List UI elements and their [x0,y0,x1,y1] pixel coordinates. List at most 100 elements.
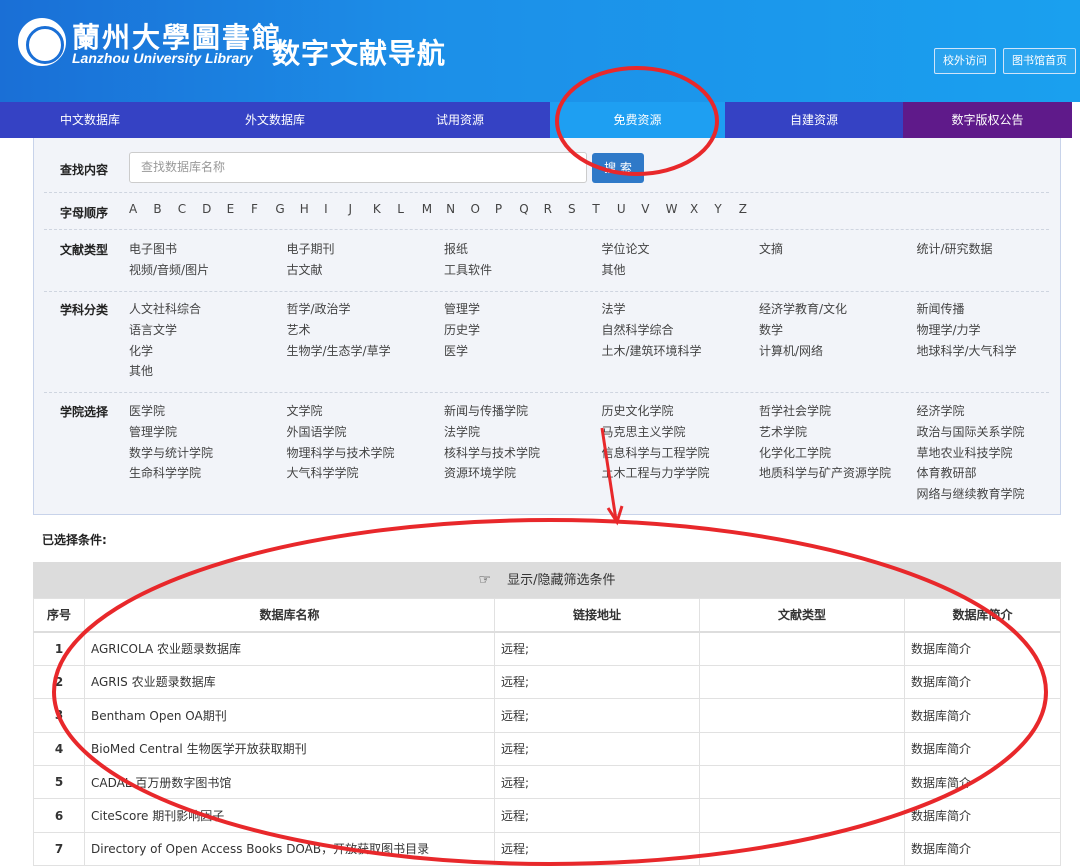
letter-z[interactable]: Z [739,202,763,216]
subject-item[interactable]: 新闻传播 [917,299,1075,320]
letter-c[interactable]: C [178,202,202,216]
college-item[interactable]: 信息科学与工程学院 [602,443,760,464]
college-item[interactable]: 生命科学学院 [129,463,287,484]
college-item[interactable]: 资源环境学院 [444,463,602,484]
letter-o[interactable]: O [470,202,494,216]
remote-link[interactable]: 远程; [494,764,700,800]
subject-item[interactable]: 哲学/政治学 [287,299,445,320]
college-item[interactable]: 法学院 [444,422,602,443]
database-intro-link[interactable]: 数据库简介 [904,798,1061,833]
letter-a[interactable]: A [129,202,153,216]
remote-link[interactable]: 远程; [494,831,700,867]
college-item[interactable]: 历史文化学院 [602,401,760,422]
subject-item[interactable]: 法学 [602,299,760,320]
college-item[interactable]: 马克思主义学院 [602,422,760,443]
letter-j[interactable]: J [349,202,373,216]
remote-link[interactable]: 远程; [494,698,700,733]
letter-h[interactable]: H [300,202,324,216]
subject-item[interactable]: 数学 [759,320,917,341]
letter-n[interactable]: N [446,202,470,216]
college-item[interactable]: 管理学院 [129,422,287,443]
college-item[interactable]: 网络与继续教育学院 [917,484,1075,505]
letter-s[interactable]: S [568,202,592,216]
database-intro-link[interactable]: 数据库简介 [904,831,1061,867]
letter-r[interactable]: R [544,202,568,216]
doc-type-item[interactable]: 电子图书 [129,239,287,260]
letter-k[interactable]: K [373,202,397,216]
remote-link[interactable]: 远程; [494,664,700,700]
college-item[interactable]: 文学院 [287,401,445,422]
letter-l[interactable]: L [397,202,421,216]
subject-item[interactable]: 自然科学综合 [602,320,760,341]
nav-free[interactable]: 免费资源 [550,102,725,138]
subject-item[interactable]: 物理学/力学 [917,320,1075,341]
letter-d[interactable]: D [202,202,226,216]
college-item[interactable]: 草地农业科技学院 [917,443,1075,464]
letter-p[interactable]: P [495,202,519,216]
college-item[interactable]: 新闻与传播学院 [444,401,602,422]
database-intro-link[interactable]: 数据库简介 [904,698,1061,733]
database-intro-link[interactable]: 数据库简介 [904,664,1061,700]
letter-x[interactable]: X [690,202,714,216]
database-intro-link[interactable]: 数据库简介 [904,731,1061,766]
letter-f[interactable]: F [251,202,275,216]
college-item[interactable]: 艺术学院 [759,422,917,443]
subject-item[interactable]: 语言文学 [129,320,287,341]
letter-i[interactable]: I [324,202,348,216]
subject-item[interactable]: 化学 [129,341,287,362]
college-item[interactable]: 医学院 [129,401,287,422]
subject-item[interactable]: 生物学/生态学/草学 [287,341,445,362]
college-item[interactable]: 大气科学学院 [287,463,445,484]
nav-trial[interactable]: 试用资源 [370,102,550,138]
subject-item[interactable]: 土木/建筑环境科学 [602,341,760,362]
library-home-button[interactable]: 图书馆首页 [1003,48,1076,74]
doc-type-item[interactable]: 电子期刊 [287,239,445,260]
doc-type-item[interactable]: 古文献 [287,260,445,281]
subject-item[interactable]: 艺术 [287,320,445,341]
college-item[interactable]: 物理科学与技术学院 [287,443,445,464]
college-item[interactable]: 外国语学院 [287,422,445,443]
letter-q[interactable]: Q [519,202,543,216]
toggle-filter-button[interactable]: ☞ 显示/隐藏筛选条件 [33,562,1061,598]
subject-item[interactable]: 计算机/网络 [759,341,917,362]
nav-self-built[interactable]: 自建资源 [725,102,903,138]
college-item[interactable]: 核科学与技术学院 [444,443,602,464]
subject-item[interactable]: 人文社科综合 [129,299,287,320]
remote-link[interactable]: 远程; [494,798,700,833]
college-item[interactable]: 政治与国际关系学院 [917,422,1075,443]
letter-w[interactable]: W [666,202,690,216]
college-item[interactable]: 地质科学与矿产资源学院 [759,463,894,484]
database-intro-link[interactable]: 数据库简介 [904,764,1061,800]
search-button[interactable]: 搜 索 [592,153,644,183]
remote-link[interactable]: 远程; [494,731,700,766]
search-input[interactable]: 查找数据库名称 [129,152,587,183]
letter-e[interactable]: E [227,202,251,216]
college-item[interactable]: 化学化工学院 [759,443,917,464]
college-item[interactable]: 哲学社会学院 [759,401,917,422]
doc-type-item[interactable]: 学位论文 [602,239,760,260]
college-item[interactable]: 经济学院 [917,401,1075,422]
subject-item[interactable]: 地球科学/大气科学 [917,341,1075,362]
letter-m[interactable]: M [422,202,446,216]
doc-type-item[interactable]: 视频/音频/图片 [129,260,287,281]
remote-link[interactable]: 远程; [494,631,700,666]
remote-access-button[interactable]: 校外访问 [934,48,996,74]
subject-item[interactable]: 管理学 [444,299,602,320]
college-item[interactable]: 数学与统计学院 [129,443,287,464]
subject-item[interactable]: 其他 [129,361,287,382]
letter-v[interactable]: V [641,202,665,216]
letter-u[interactable]: U [617,202,641,216]
subject-item[interactable]: 历史学 [444,320,602,341]
letter-b[interactable]: B [153,202,177,216]
nav-foreign-db[interactable]: 外文数据库 [180,102,370,138]
letter-y[interactable]: Y [714,202,738,216]
doc-type-item[interactable]: 其他 [602,260,760,281]
nav-chinese-db[interactable]: 中文数据库 [0,102,180,138]
doc-type-item[interactable]: 文摘 [759,239,917,260]
database-intro-link[interactable]: 数据库简介 [904,631,1061,666]
doc-type-item[interactable]: 工具软件 [444,260,602,281]
doc-type-item[interactable]: 报纸 [444,239,602,260]
letter-t[interactable]: T [592,202,616,216]
college-item[interactable]: 土木工程与力学学院 [602,463,760,484]
letter-g[interactable]: G [275,202,299,216]
